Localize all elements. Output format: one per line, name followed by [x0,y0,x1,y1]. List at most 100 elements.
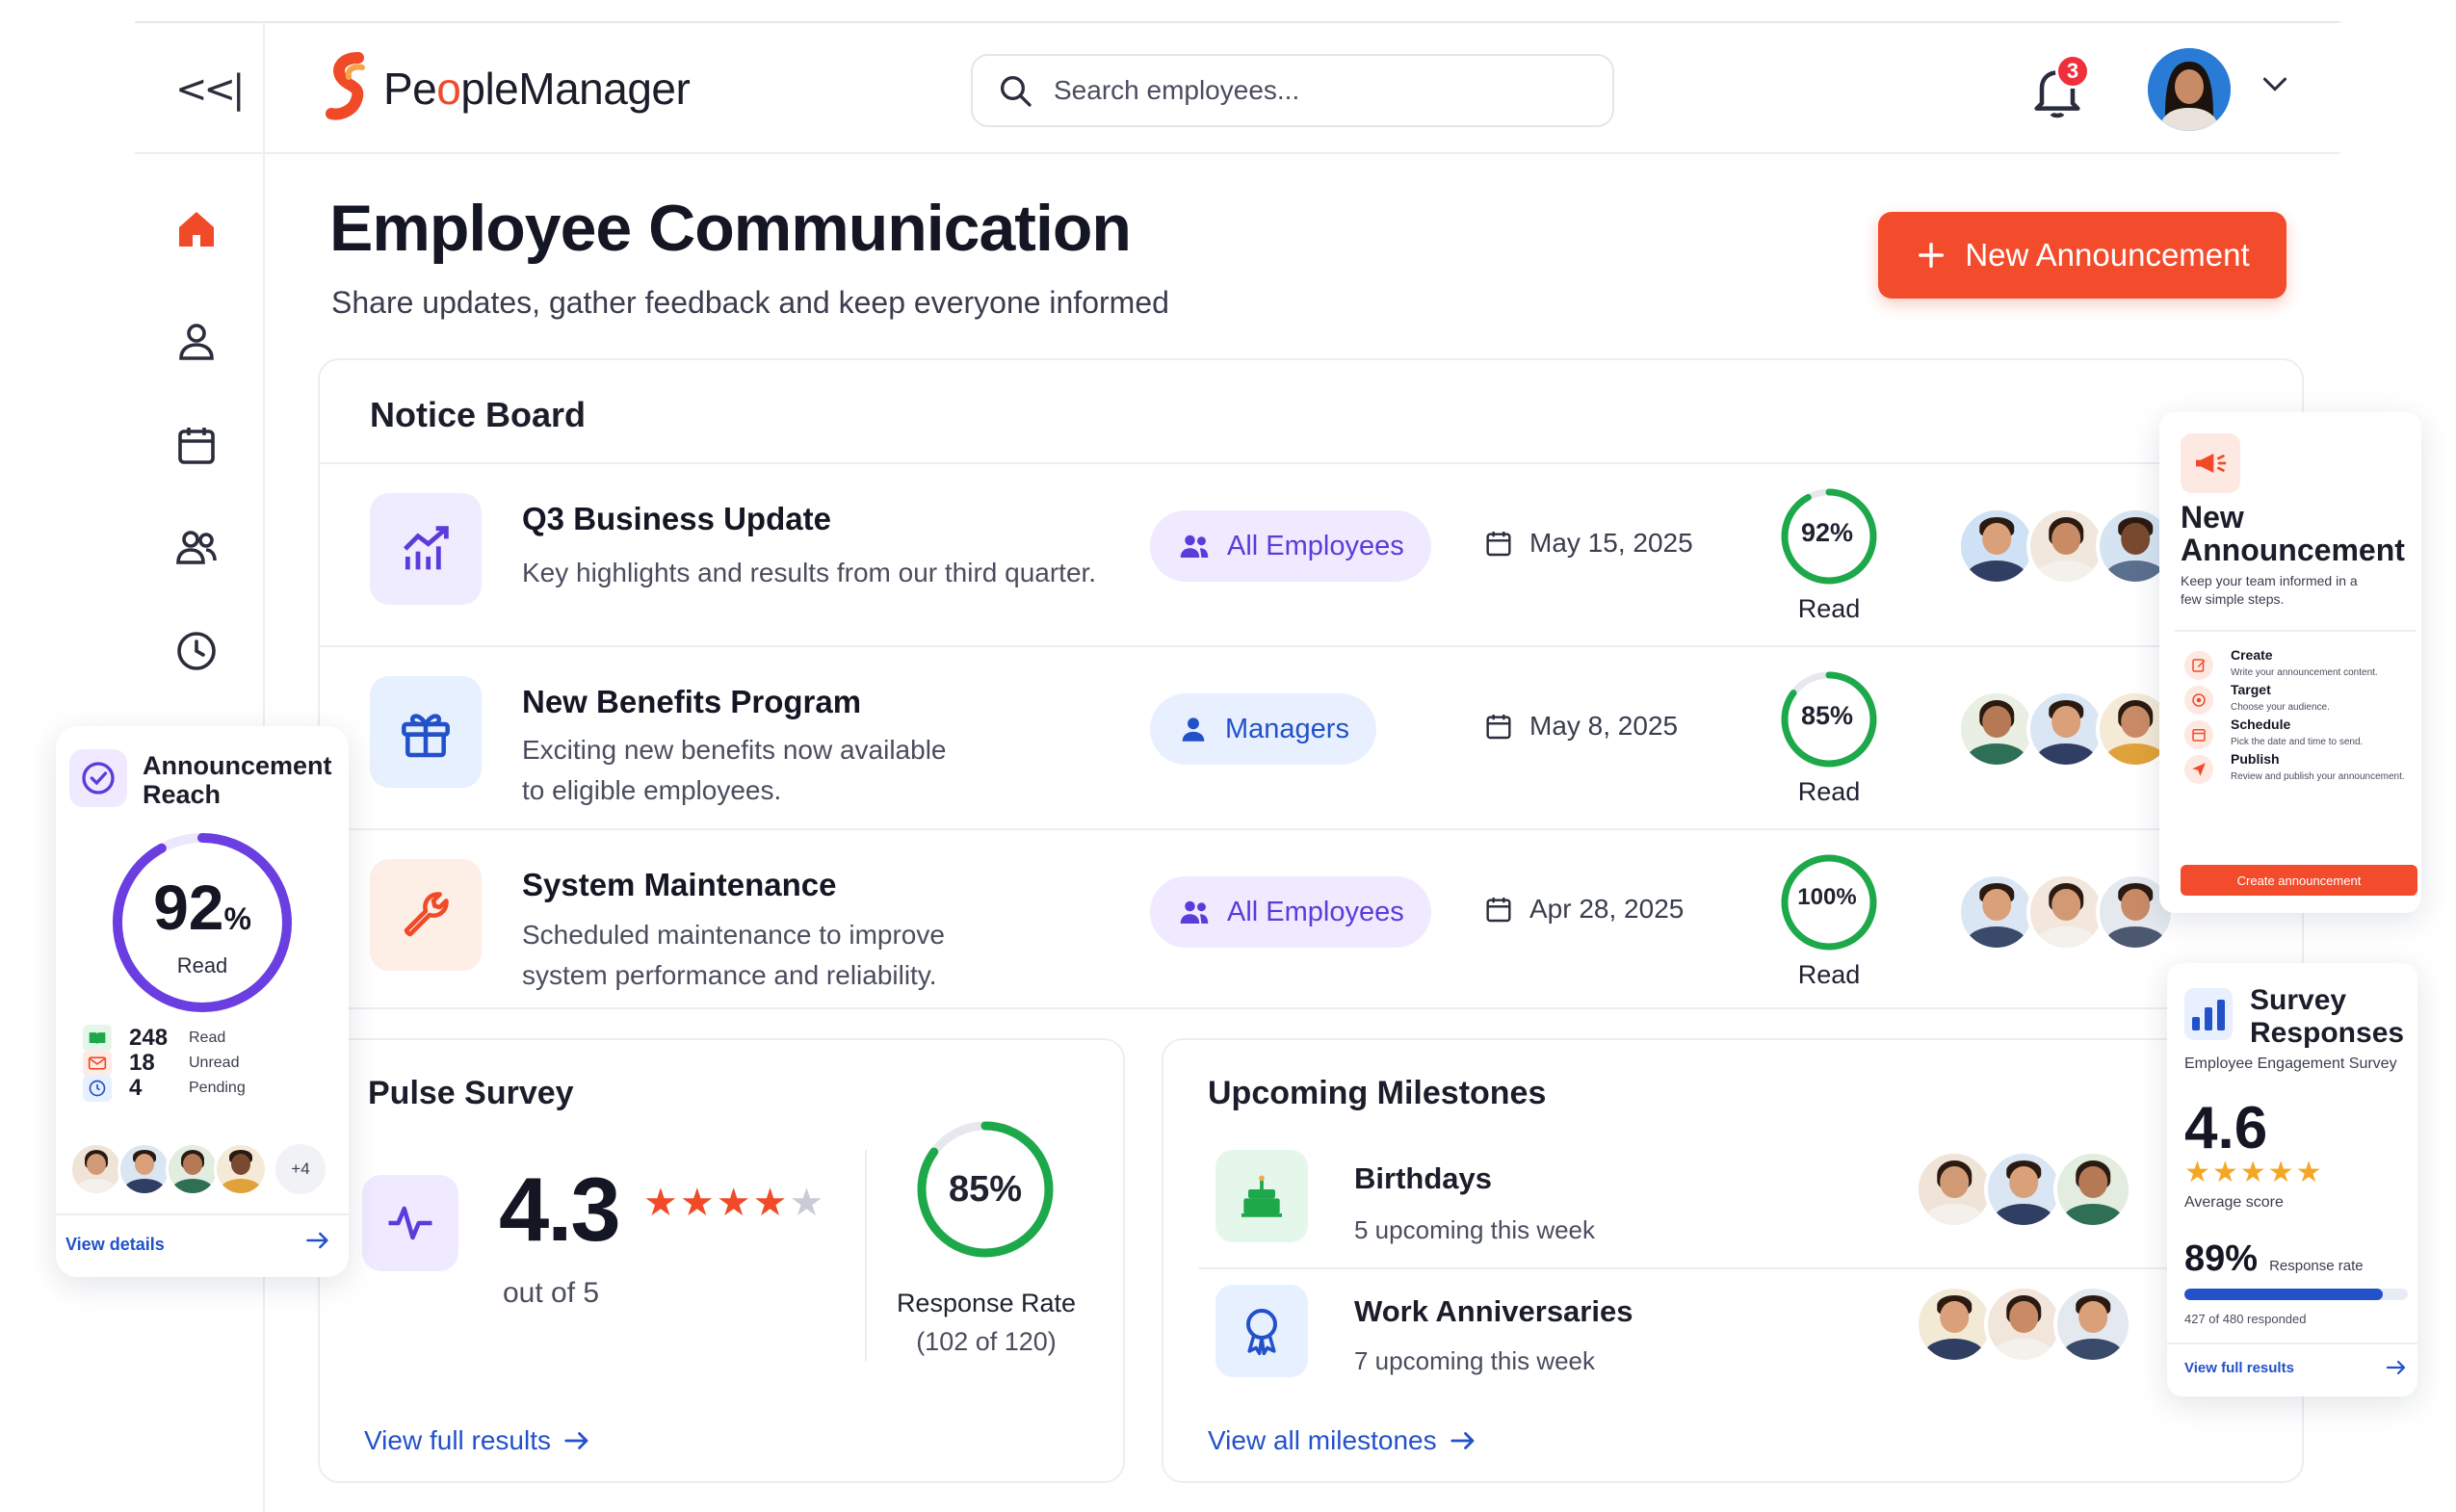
pulse-survey-title: Pulse Survey [368,1075,574,1111]
create-announcement-button[interactable]: Create announcement [2181,865,2417,896]
app-name: PeopleManager [383,64,691,114]
pulse-icon-bg [362,1175,458,1271]
calendar-icon [1486,898,1511,923]
row-date: May 15, 2025 [1483,528,1693,559]
sidebar-item-history[interactable] [170,624,223,678]
arrow-right-icon [1450,1432,1474,1449]
survey-score: 4.6 [2184,1095,2268,1161]
award-icon [1246,1309,1277,1356]
notice-row[interactable]: Q3 Business Update Key highlights and re… [320,462,2306,645]
calendar-icon [1486,532,1511,557]
audience-chip[interactable]: All Employees [1150,876,1431,948]
avatar [2053,1150,2132,1229]
read-progress: 92% Read [1776,485,1882,624]
response-rate-label: Response Rate [896,1289,1077,1317]
avatar [2026,507,2105,586]
milestones-title: Upcoming Milestones [1208,1075,1547,1111]
pulse-view-results-link[interactable]: View full results [364,1425,591,1456]
gift-icon [402,714,450,758]
divider [1198,1267,2258,1269]
notice-board-title: Notice Board [370,395,587,434]
user-icon [179,324,214,360]
step-target[interactable]: Target Choose your audience. [2184,682,2330,715]
new-announcement-card-title: New Announcement [2181,500,2405,567]
audience-label: All Employees [1227,530,1404,561]
arrow-right-icon [564,1432,588,1449]
search-input[interactable] [1054,75,1593,106]
recipient-avatars [1957,873,2175,952]
calendar-icon [178,428,215,464]
read-progress: 100% Read [1776,851,1882,990]
new-announcement-button[interactable]: New Announcement [1878,212,2286,299]
reach-view-details-link[interactable]: View details [65,1235,165,1255]
edit-icon [2184,651,2213,680]
average-score-label: Average score [2184,1194,2284,1211]
avatar [118,1142,171,1196]
megaphone-icon-bg [2181,433,2240,493]
audience-label: Managers [1225,713,1349,744]
avatar [1957,690,2036,769]
milestones-card: Upcoming Milestones Birthdays 5 upcoming… [1162,1038,2304,1483]
row-icon-bg [370,859,482,971]
row-icon-bg [370,493,482,605]
avatar [214,1142,268,1196]
recipient-avatars [1957,690,2175,769]
reach-avatars: +4 [69,1142,326,1196]
row-title: System Maintenance [522,867,837,902]
read-percent: 85% [1800,701,1854,730]
notice-row[interactable]: New Benefits Program Exciting new benefi… [320,645,2306,828]
search-bar[interactable] [971,54,1614,127]
notice-board-card: Notice Board Q3 Business Update Key high… [318,358,2306,1011]
mail-icon [83,1050,112,1077]
recipient-avatars [1957,507,2175,586]
notification-count-badge: 3 [2055,54,2090,89]
target-icon [2184,686,2213,715]
response-rate-count: (102 of 120) [916,1327,1057,1356]
milestones-view-all-link[interactable]: View all milestones [1208,1425,1477,1456]
response-rate-bar [2184,1289,2408,1300]
read-label: Read [1797,594,1861,623]
audience-chip[interactable]: Managers [1150,693,1376,765]
user-avatar[interactable] [2148,48,2231,131]
divider [2175,630,2416,632]
row-title: Q3 Business Update [522,501,831,536]
sidebar-item-profile[interactable] [170,314,223,368]
avatar [2026,873,2105,952]
avatar [2053,1285,2132,1364]
arrow-right-icon[interactable] [2385,1358,2408,1377]
link-label: View full results [364,1425,552,1455]
milestone-icon-bg [1215,1285,1308,1377]
sidebar-item-team[interactable] [170,520,223,574]
new-announcement-label: New Announcement [1965,237,2250,273]
audience-chip[interactable]: All Employees [1150,510,1431,582]
step-create[interactable]: Create Write your announcement content. [2184,647,2378,680]
pulse-icon [388,1206,432,1240]
search-icon [1001,76,1032,107]
page-subtitle: Share updates, gather feedback and keep … [331,285,1169,320]
megaphone-icon [2196,454,2227,473]
topbar-divider [135,152,2340,154]
page-title: Employee Communication [329,192,1132,265]
chevron-down-icon[interactable] [2261,75,2288,94]
row-date-text: Apr 28, 2025 [1529,894,1685,924]
survey-view-results-link[interactable]: View full results [2184,1360,2294,1376]
sidebar-item-calendar[interactable] [170,418,223,472]
more-recipients-badge[interactable]: +4 [275,1144,326,1194]
app-logo[interactable]: PeopleManager [324,52,691,125]
reach-icon-bg [69,749,127,807]
step-publish[interactable]: Publish Review and publish your announcem… [2184,751,2405,784]
response-rate-bar-fill [2184,1289,2384,1300]
arrow-right-icon[interactable] [304,1229,331,1252]
row-icon-bg [370,676,482,788]
milestone-subtitle: 7 upcoming this week [1354,1346,1596,1375]
step-schedule[interactable]: Schedule Pick the date and time to send. [2184,717,2363,749]
collapse-sidebar-button[interactable]: <<| [175,67,245,112]
divider [865,1150,867,1362]
notice-row[interactable]: System Maintenance Scheduled maintenance… [320,828,2306,1011]
calendar-icon [1486,715,1511,740]
announcement-reach-card: Announcement Reach 92% Read 248 Read 18 Un… [56,726,349,1277]
row-date-text: May 8, 2025 [1529,711,1679,741]
new-announcement-card-subtitle: Keep your team informed in a few simple … [2181,573,2358,607]
sidebar-item-home[interactable] [170,202,223,256]
read-label: Read [1797,777,1861,806]
